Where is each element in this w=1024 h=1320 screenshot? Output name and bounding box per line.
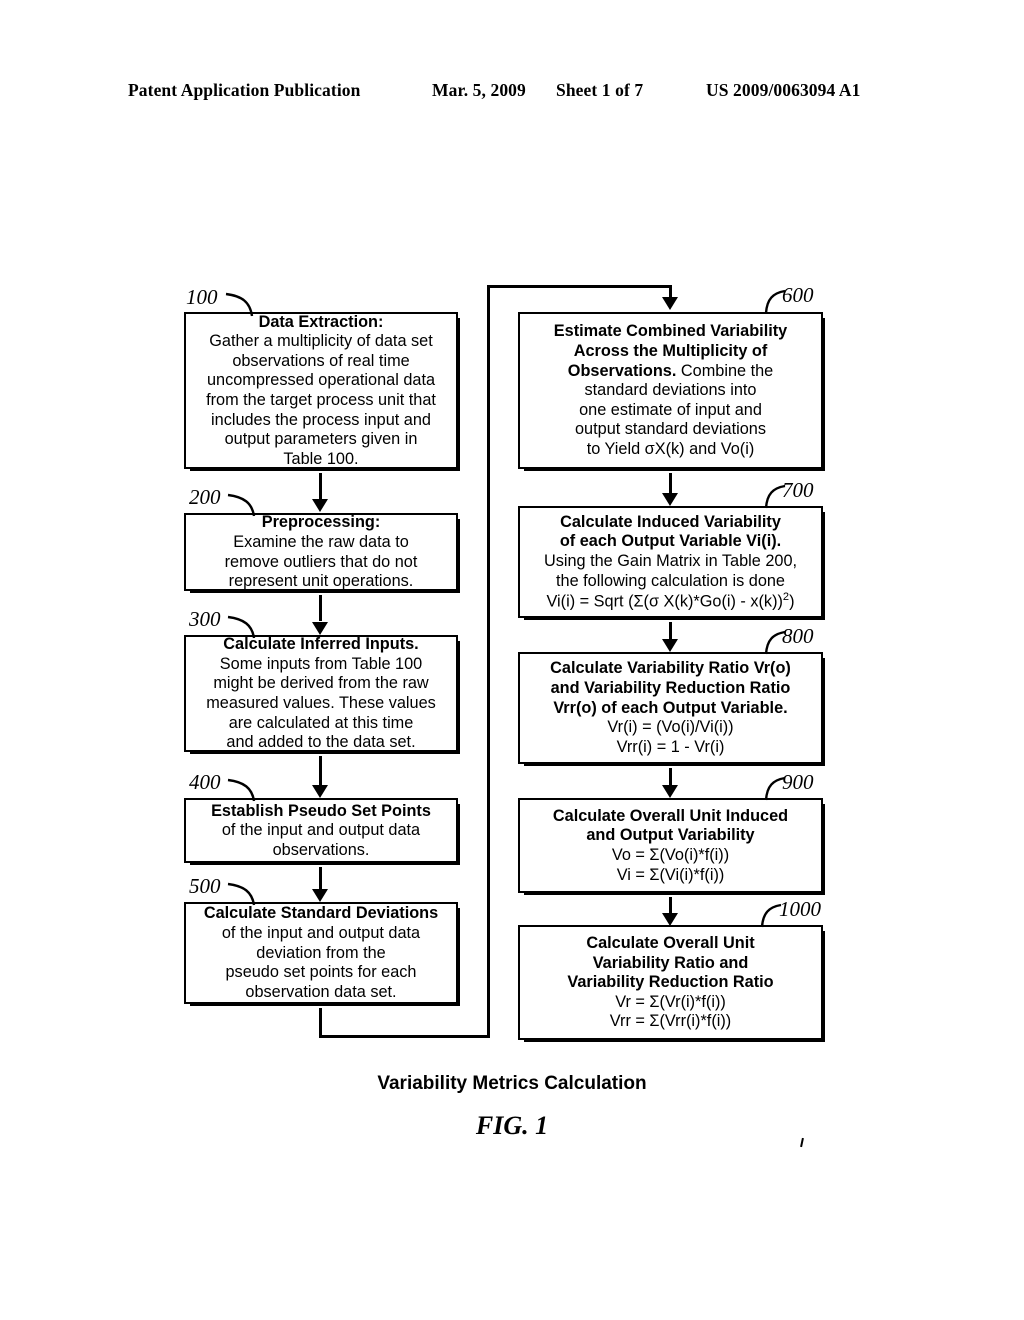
stray-ink-mark	[800, 1137, 804, 1148]
connector-600-to-700	[669, 473, 672, 494]
step-500-line-3: pseudo set points for each	[225, 963, 417, 982]
leader-line-1000	[760, 903, 782, 928]
step-100-line-4: from the target process unit that	[206, 391, 436, 409]
leader-line-700	[764, 484, 786, 509]
step-900-title-2: and Output Variability	[586, 826, 755, 845]
step-200-line-2: remove outliers that do not	[224, 552, 418, 571]
step-100-line-5: includes the process input and	[211, 410, 431, 429]
arrowhead-900	[662, 785, 678, 798]
step-600-line-3: output standard deviations	[575, 420, 766, 439]
step-300-line-1: Some inputs from Table 100	[219, 654, 423, 673]
step-800-title-1: Calculate Variability Ratio Vr(o)	[550, 659, 791, 678]
process-step-900: Calculate Overall Unit Induced and Outpu…	[518, 798, 825, 895]
step-900-line-1: Vo = Σ(Vo(i)*f(i))	[611, 846, 730, 864]
connector-200-to-300	[319, 595, 322, 621]
step-800-line-1: Vr(i) = (Vo(i)/Vi(i))	[607, 718, 734, 737]
step-700-formula: Vi(i) = Sqrt (Σ(σ X(k)*Go(i) - x(k))2)	[546, 591, 795, 611]
arrowhead-300	[312, 622, 328, 635]
step-100-line-2: observations of real time	[232, 351, 410, 370]
step-500-line-4: observation data set.	[245, 982, 397, 1001]
step-100-line-1: Gather a multiplicity of data set	[209, 332, 433, 351]
step-700-title-1: Calculate Induced Variability	[560, 512, 781, 531]
step-500-line-1: of the input and output data	[221, 924, 421, 943]
step-1000-title-2: Variability Ratio and	[592, 953, 749, 972]
step-600-line-4: to Yield σX(k) and Vo(i)	[586, 440, 755, 459]
connector-top-bridge	[487, 285, 672, 288]
leader-line-300	[227, 615, 256, 639]
leader-line-100	[225, 292, 254, 317]
connector-500-exit-down	[319, 1008, 322, 1038]
leader-line-800	[764, 630, 786, 655]
connector-100-to-200	[319, 473, 322, 501]
step-800-title-2: and Variability Reduction Ratio	[550, 679, 791, 698]
process-step-700: Calculate Induced Variability of each Ou…	[518, 506, 825, 620]
connector-riser-to-top	[487, 285, 490, 1038]
figure-caption: Variability Metrics Calculation	[377, 1073, 647, 1094]
step-300-line-2: might be derived from the raw	[213, 674, 429, 693]
connector-300-to-400	[319, 756, 322, 785]
connector-bottom-bridge	[319, 1035, 490, 1038]
arrowhead-200	[312, 499, 328, 512]
step-300-line-5: and added to the data set.	[226, 733, 416, 752]
step-1000-title-1: Calculate Overall Unit	[586, 933, 755, 952]
connector-700-to-800	[669, 622, 672, 640]
leader-line-400	[227, 778, 256, 802]
connector-800-to-900	[669, 768, 672, 786]
step-800-line-2: Vrr(i) = 1 - Vr(i)	[616, 737, 725, 756]
connector-400-to-500	[319, 867, 322, 889]
step-300-line-4: are calculated at this time	[228, 713, 414, 732]
step-400-line-2: observations.	[272, 840, 370, 859]
step-900-title-1: Calculate Overall Unit Induced	[552, 806, 789, 825]
arrowhead-600	[662, 297, 678, 310]
leader-line-500	[227, 882, 256, 906]
ref-numeral-300: 300	[189, 607, 221, 631]
arrowhead-500	[312, 889, 328, 902]
step-100-line-7: Table 100.	[283, 449, 359, 468]
step-700-line-1: Using the Gain Matrix in Table 200,	[543, 551, 798, 570]
ref-numeral-400: 400	[189, 770, 221, 794]
step-200-line-1: Examine the raw data to	[233, 532, 409, 551]
step-700-title-2: of each Output Variable Vi(i).	[559, 532, 782, 551]
ref-numeral-100: 100	[186, 285, 218, 309]
process-step-300: Calculate Inferred Inputs. Some inputs f…	[184, 635, 460, 754]
process-step-200: Preprocessing: Examine the raw data to r…	[184, 513, 460, 593]
process-step-1000: Calculate Overall Unit Variability Ratio…	[518, 925, 825, 1042]
leader-line-900	[764, 776, 786, 801]
step-400-line-1: of the input and output data	[221, 821, 421, 840]
step-200-line-3: represent unit operations.	[228, 572, 414, 591]
arrowhead-400	[312, 785, 328, 798]
step-800-title-3: Vrr(o) of each Output Variable.	[553, 698, 788, 717]
step-100-line-3: uncompressed operational data	[206, 371, 436, 390]
step-600-line-1: standard deviations into	[584, 381, 757, 400]
arrowhead-700	[662, 493, 678, 506]
process-step-600: Estimate Combined Variability Across the…	[518, 312, 825, 471]
step-500-line-2: deviation from the	[256, 943, 386, 962]
ref-numeral-500: 500	[189, 874, 221, 898]
figure-label: FIG. 1	[475, 1111, 549, 1140]
step-300-line-3: measured values. These values	[206, 694, 436, 712]
leader-line-600	[764, 289, 786, 314]
connector-900-to-1000	[669, 897, 672, 914]
step-100-line-6: output parameters given in	[224, 430, 418, 449]
step-600-line-2: one estimate of input and	[579, 400, 762, 419]
ref-numeral-200: 200	[189, 485, 221, 509]
arrowhead-800	[662, 639, 678, 652]
step-600-title-3-with-text: Observations. Combine the	[524, 362, 817, 382]
step-600-inline-text: Combine the	[676, 361, 774, 380]
step-400-title: Establish Pseudo Set Points	[211, 801, 431, 820]
step-1000-line-2: Vrr = Σ(Vrr(i)*f(i))	[609, 1012, 732, 1031]
step-1000-line-1: Vr = Σ(Vr(i)*f(i))	[615, 992, 726, 1011]
step-600-title-2: Across the Multiplicity of	[573, 341, 768, 360]
step-900-line-2: Vi = Σ(Vi(i)*f(i))	[616, 865, 725, 884]
process-step-100: Data Extraction: Gather a multiplicity o…	[184, 312, 460, 471]
step-600-title-1: Estimate Combined Variability	[553, 322, 788, 341]
step-700-line-2: the following calculation is done	[556, 571, 785, 590]
flowchart-figure-1: Data Extraction: Gather a multiplicity o…	[0, 0, 1024, 1320]
process-step-400: Establish Pseudo Set Points of the input…	[184, 798, 460, 865]
step-1000-title-3: Variability Reduction Ratio	[567, 973, 774, 992]
step-600-title-3: Observations.	[567, 361, 677, 380]
leader-line-200	[227, 493, 256, 517]
process-step-500: Calculate Standard Deviations of the inp…	[184, 902, 460, 1006]
process-step-800: Calculate Variability Ratio Vr(o) and Va…	[518, 652, 825, 766]
